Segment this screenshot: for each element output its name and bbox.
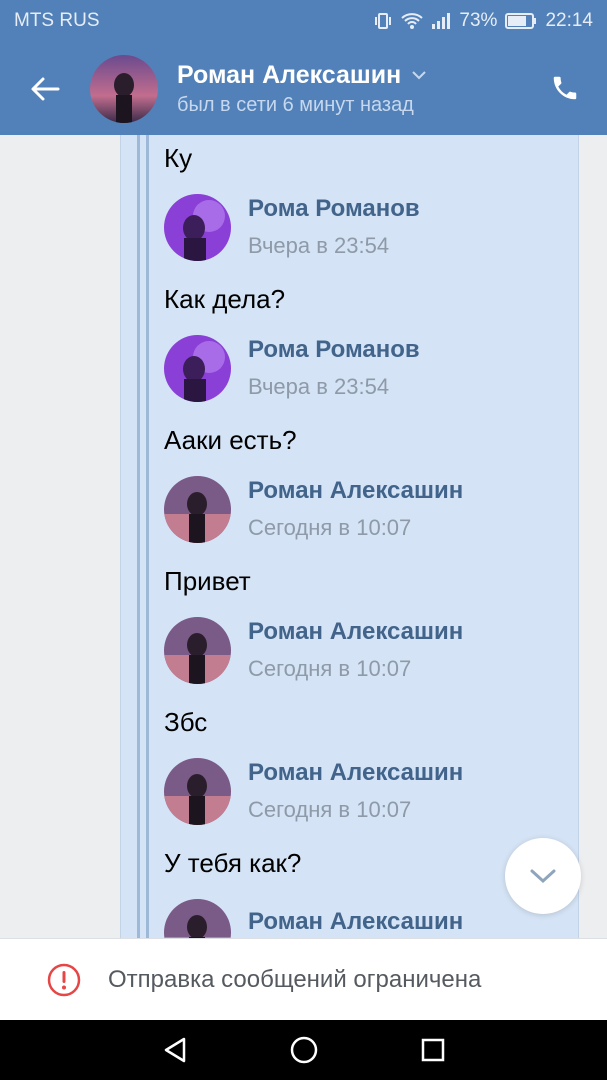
quote-line bbox=[137, 135, 140, 938]
author-name[interactable]: Роман Алексашин bbox=[248, 908, 463, 936]
signal-icon bbox=[432, 13, 451, 29]
arrow-left-icon bbox=[31, 77, 60, 100]
message-author[interactable]: Рома Романов Вчера в 23:54 bbox=[164, 193, 420, 261]
message-author[interactable]: Роман Алексашин Сегодня в 10:07 bbox=[164, 616, 463, 684]
call-button[interactable] bbox=[543, 66, 587, 110]
battery-icon bbox=[505, 13, 537, 29]
message-time: Вчера в 23:54 bbox=[248, 233, 390, 258]
author-name[interactable]: Роман Алексашин bbox=[248, 618, 463, 646]
message-text: У тебя как? bbox=[164, 848, 302, 878]
message-time: Сегодня в 10:07 bbox=[248, 515, 412, 540]
message-text: Ааки есть? bbox=[164, 425, 297, 455]
message-author[interactable]: Роман Алексашин Сегодня в 10:07 bbox=[164, 475, 463, 543]
author-avatar[interactable] bbox=[164, 475, 231, 543]
scroll-down-button[interactable] bbox=[505, 838, 581, 914]
vibrate-icon bbox=[375, 13, 392, 29]
nav-back-button[interactable] bbox=[153, 1028, 197, 1072]
battery-percent: 73% bbox=[459, 10, 498, 31]
author-name[interactable]: Рома Романов bbox=[248, 195, 420, 223]
status-bar: MTS RUS 73% 22:14 bbox=[0, 0, 607, 42]
back-button[interactable] bbox=[0, 42, 90, 135]
message-time: Сегодня в 10:07 bbox=[248, 797, 412, 822]
chevron-down-icon bbox=[412, 71, 426, 80]
author-name[interactable]: Роман Алексашин bbox=[248, 477, 463, 505]
circle-home-icon bbox=[290, 1036, 317, 1064]
message-text: Привет bbox=[164, 566, 251, 596]
title-block[interactable]: Роман Алексашин был в сети 6 минут назад bbox=[177, 61, 427, 117]
message-author[interactable]: Роман Алексашин bbox=[164, 898, 463, 938]
author-avatar[interactable] bbox=[164, 898, 231, 938]
author-name[interactable]: Роман Алексашин bbox=[248, 759, 463, 787]
author-avatar[interactable] bbox=[164, 193, 231, 261]
chat-header: Роман Алексашин был в сети 6 минут назад bbox=[0, 42, 607, 135]
status-icons: 73% 22:14 bbox=[373, 10, 593, 32]
wifi-icon bbox=[401, 13, 424, 29]
author-name[interactable]: Рома Романов bbox=[248, 336, 420, 364]
message-author[interactable]: Роман Алексашин Сегодня в 10:07 bbox=[164, 757, 463, 825]
chat-title: Роман Алексашин bbox=[177, 60, 402, 89]
message-time: Сегодня в 10:07 bbox=[248, 656, 412, 681]
quote-line-nested bbox=[146, 135, 149, 938]
triangle-back-icon bbox=[164, 1037, 185, 1063]
chevron-down-icon bbox=[530, 869, 556, 884]
system-nav-bar bbox=[0, 1020, 607, 1080]
clock: 22:14 bbox=[545, 10, 593, 31]
chat-area[interactable]: Ку Рома Романов Вчера в 23:54 Как дела? … bbox=[0, 135, 607, 938]
author-avatar[interactable] bbox=[164, 757, 231, 825]
message-author[interactable]: Рома Романов Вчера в 23:54 bbox=[164, 334, 420, 402]
alert-icon bbox=[47, 963, 81, 996]
message-text: Как дела? bbox=[164, 284, 286, 314]
phone-icon bbox=[553, 76, 577, 100]
nav-home-button[interactable] bbox=[282, 1028, 326, 1072]
contact-avatar[interactable] bbox=[90, 54, 158, 123]
author-avatar[interactable] bbox=[164, 334, 231, 402]
message-text: Збс bbox=[164, 707, 208, 737]
last-seen-status: был в сети 6 минут назад bbox=[177, 93, 414, 116]
restriction-text: Отправка сообщений ограничена bbox=[108, 965, 482, 993]
message-text: Ку bbox=[164, 143, 193, 173]
carrier-label: MTS RUS bbox=[14, 10, 100, 31]
top-bar: MTS RUS 73% 22:14 Роман Алексашин был в … bbox=[0, 0, 607, 135]
restriction-notice: Отправка сообщений ограничена bbox=[0, 938, 607, 1020]
square-recents-icon bbox=[421, 1038, 444, 1062]
nav-recents-button[interactable] bbox=[411, 1028, 455, 1072]
message-time: Вчера в 23:54 bbox=[248, 374, 390, 399]
author-avatar[interactable] bbox=[164, 616, 231, 684]
